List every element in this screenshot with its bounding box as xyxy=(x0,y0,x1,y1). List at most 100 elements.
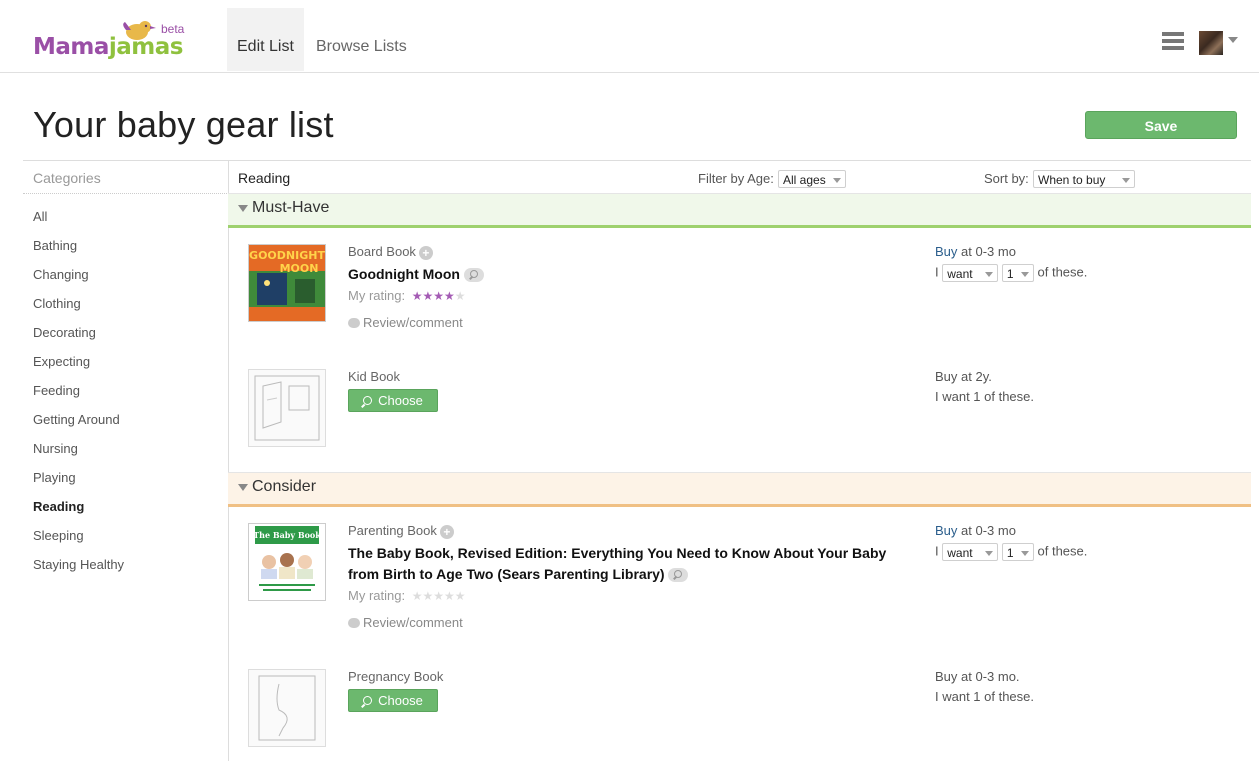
buy-timing: Buy at 2y. xyxy=(935,369,992,384)
sidebar-item-clothing[interactable]: Clothing xyxy=(33,296,81,311)
save-button[interactable]: Save xyxy=(1085,111,1237,139)
divider xyxy=(23,193,227,194)
buy-timing: Buy at 0-3 mo xyxy=(935,523,1016,538)
search-icon[interactable] xyxy=(668,568,689,583)
section-label: Consider xyxy=(252,478,317,495)
caret-down-icon xyxy=(985,551,994,556)
section-must-have[interactable]: Must-Have xyxy=(228,193,1251,228)
sort-select[interactable]: When to buy xyxy=(1033,170,1135,188)
collapse-triangle-icon[interactable] xyxy=(238,205,248,212)
review-comment-link[interactable]: Review/comment xyxy=(348,615,463,630)
choose-button[interactable]: Choose xyxy=(348,689,438,712)
star-icon[interactable]: ★ xyxy=(444,289,455,303)
sidebar-item-reading[interactable]: Reading xyxy=(33,499,84,514)
caret-down-icon xyxy=(1122,178,1130,183)
sidebar-item-playing[interactable]: Playing xyxy=(33,470,76,485)
review-comment-link[interactable]: Review/comment xyxy=(348,315,463,330)
caret-down-icon xyxy=(985,272,994,277)
star-icon[interactable]: ★ xyxy=(433,589,444,603)
page-title: Your baby gear list xyxy=(33,104,334,145)
buy-link[interactable]: Buy xyxy=(935,244,957,259)
comment-bubble-icon xyxy=(348,318,360,328)
tab-edit-list[interactable]: Edit List xyxy=(227,8,304,71)
star-icon[interactable]: ★ xyxy=(455,289,466,303)
list-item: Pregnancy Book Choose Buy at 0-3 mo. I w… xyxy=(228,669,1251,779)
search-icon xyxy=(363,696,373,705)
star-icon[interactable]: ★ xyxy=(412,589,423,603)
top-bar: Mamajamas beta Edit List Browse Lists xyxy=(0,0,1259,73)
age-filter-select[interactable]: All ages xyxy=(778,170,846,188)
item-title[interactable]: Goodnight Moon xyxy=(348,264,908,285)
sidebar-item-expecting[interactable]: Expecting xyxy=(33,354,90,369)
category-heading: Reading xyxy=(238,170,291,186)
choose-button[interactable]: Choose xyxy=(348,389,438,412)
star-icon[interactable]: ★ xyxy=(412,289,423,303)
comment-bubble-icon xyxy=(348,618,360,628)
search-icon[interactable] xyxy=(463,268,484,283)
sort-label: Sort by: xyxy=(984,171,1029,186)
star-icon[interactable]: ★ xyxy=(433,289,444,303)
user-avatar[interactable] xyxy=(1199,31,1223,55)
hamburger-menu-icon[interactable] xyxy=(1162,32,1184,54)
sidebar-item-nursing[interactable]: Nursing xyxy=(33,441,78,456)
logo-wordmark: Mamajamas xyxy=(33,34,184,60)
sidebar-item-bathing[interactable]: Bathing xyxy=(33,238,77,253)
sidebar-item-feeding[interactable]: Feeding xyxy=(33,383,80,398)
section-consider[interactable]: Consider xyxy=(228,472,1251,507)
star-icon[interactable]: ★ xyxy=(422,289,433,303)
filter-label: Filter by Age: xyxy=(698,171,774,186)
my-rating: My rating: ★★★★★ xyxy=(348,288,466,303)
want-quantity: I want 1 of these. xyxy=(935,389,1035,404)
star-rating[interactable]: ★★★★★ xyxy=(412,589,466,603)
add-plus-icon[interactable]: + xyxy=(439,524,454,539)
list-item: GOODNIGHT MOON Board Book + Goodnight Moo… xyxy=(228,244,1251,354)
sidebar-item-decorating[interactable]: Decorating xyxy=(33,325,96,340)
my-rating: My rating: ★★★★★ xyxy=(348,588,466,603)
mamajamas-logo[interactable]: Mamajamas beta xyxy=(33,18,203,68)
item-title[interactable]: The Baby Book, Revised Edition: Everythi… xyxy=(348,543,908,585)
beta-label: beta xyxy=(161,22,185,36)
sidebar-item-changing[interactable]: Changing xyxy=(33,267,89,282)
categories-sidebar: Categories All Bathing Changing Clothing… xyxy=(23,160,229,761)
tab-browse-lists[interactable]: Browse Lists xyxy=(306,8,417,71)
caret-down-icon xyxy=(1020,551,1029,556)
caret-down-icon xyxy=(833,178,841,183)
sidebar-item-staying-healthy[interactable]: Staying Healthy xyxy=(33,557,124,572)
buy-timing: Buy at 0-3 mo. xyxy=(935,669,1020,684)
baby-book-cover-image[interactable]: The Baby Book xyxy=(248,523,326,601)
buy-link[interactable]: Buy xyxy=(935,523,957,538)
add-plus-icon[interactable]: + xyxy=(418,245,433,260)
sidebar-item-getting-around[interactable]: Getting Around xyxy=(33,412,120,427)
list-item: The Baby Book Parenting Book + The Baby B… xyxy=(228,523,1251,633)
caret-down-icon[interactable] xyxy=(1228,37,1238,43)
svg-text:GOODNIGHT: GOODNIGHT xyxy=(249,249,325,262)
quantity-select[interactable]: 1 xyxy=(1001,264,1034,282)
item-type: Parenting Book + xyxy=(348,523,454,539)
list-item: Kid Book Choose Buy at 2y. I want 1 of t… xyxy=(228,369,1251,479)
categories-heading: Categories xyxy=(33,170,101,186)
caret-down-icon xyxy=(1020,272,1029,277)
book-placeholder-image xyxy=(248,669,326,747)
star-icon[interactable]: ★ xyxy=(422,589,433,603)
item-type: Kid Book xyxy=(348,369,401,384)
book-placeholder-image xyxy=(248,369,326,447)
star-rating[interactable]: ★★★★★ xyxy=(412,289,466,303)
sidebar-item-sleeping[interactable]: Sleeping xyxy=(33,528,84,543)
collapse-triangle-icon[interactable] xyxy=(238,484,248,491)
want-quantity: I want 1 of these. xyxy=(935,264,1088,282)
quantity-select[interactable]: 1 xyxy=(1001,543,1034,561)
star-icon[interactable]: ★ xyxy=(455,589,466,603)
want-select[interactable]: want xyxy=(942,264,999,282)
cover-title-text: The Baby Book xyxy=(253,530,321,540)
section-label: Must-Have xyxy=(252,199,330,216)
item-type: Board Book + xyxy=(348,244,433,260)
item-type: Pregnancy Book xyxy=(348,669,444,684)
want-quantity: I want 1 of these. xyxy=(935,689,1035,704)
want-select[interactable]: want xyxy=(942,543,999,561)
star-icon[interactable]: ★ xyxy=(444,589,455,603)
goodnight-moon-cover-image[interactable]: GOODNIGHT MOON xyxy=(248,244,326,322)
want-quantity: I want 1 of these. xyxy=(935,543,1088,561)
buy-timing: Buy at 0-3 mo xyxy=(935,244,1016,259)
search-icon xyxy=(363,396,373,405)
sidebar-item-all[interactable]: All xyxy=(33,209,47,224)
